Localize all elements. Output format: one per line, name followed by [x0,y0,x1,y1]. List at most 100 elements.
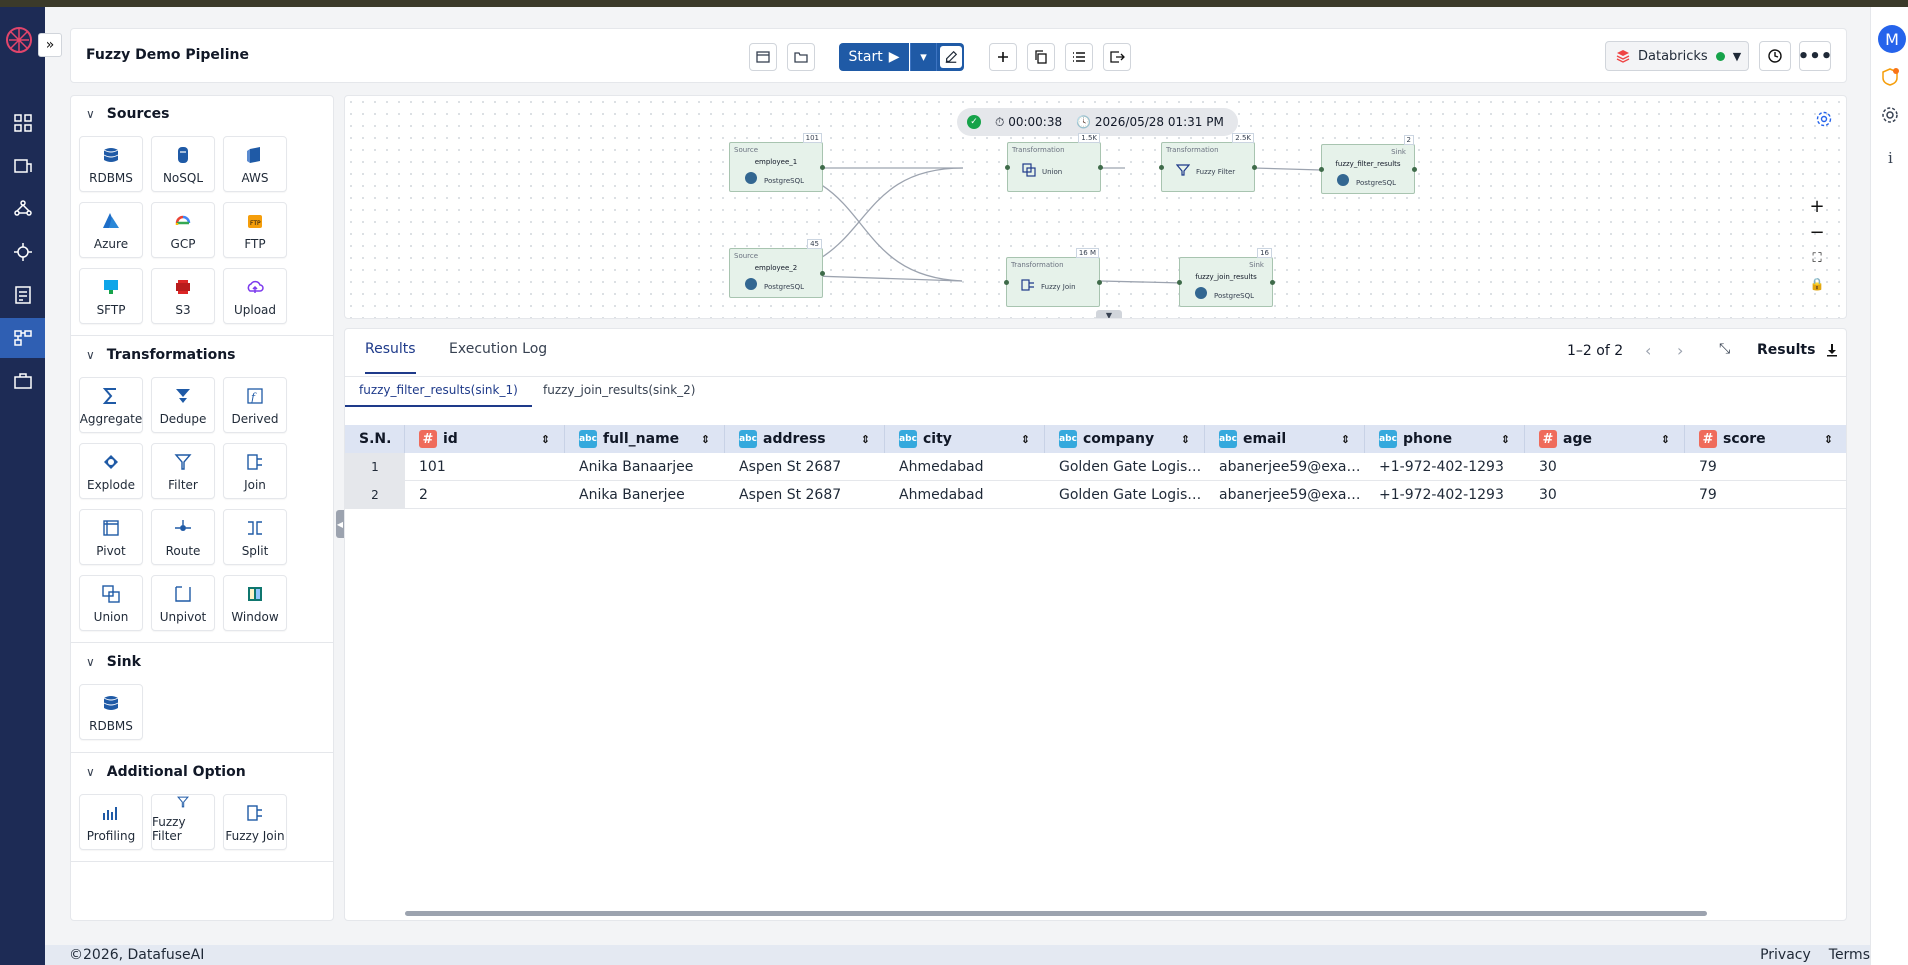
sort-icon[interactable]: ⇕ [1181,433,1190,446]
next-page-button[interactable]: › [1677,341,1683,360]
palette-tile-explode[interactable]: Explode [79,443,143,499]
palette-tile-aws[interactable]: AWS [223,136,287,192]
sort-icon[interactable]: ⇕ [1341,433,1350,446]
subtab-fuzzy-filter-results[interactable]: fuzzy_filter_results(sink_1) [345,383,532,407]
collapse-canvas-handle[interactable]: ▼ [1096,310,1122,318]
input-port[interactable] [1159,165,1164,170]
info-icon[interactable]: i [1880,147,1900,167]
section-sources[interactable]: ∨ Sources [86,106,170,122]
palette-tile-rdbms[interactable]: RDBMS [79,136,143,192]
add-button[interactable] [989,43,1017,71]
input-port[interactable] [1004,280,1009,285]
collapse-palette-handle[interactable]: ◀ [336,510,344,538]
node-employee-2[interactable]: 45 Source employee_2 PostgreSQL [729,239,825,298]
palette-tile-ftp[interactable]: FTP FTP [223,202,287,258]
palette-tile-azure[interactable]: Azure [79,202,143,258]
palette-tile-nosql[interactable]: NoSQL [151,136,215,192]
output-port[interactable] [1412,167,1417,172]
palette-tile-route[interactable]: Route [151,509,215,565]
palette-tile-dedupe[interactable]: Dedupe [151,377,215,433]
palette-tile-join[interactable]: Join [223,443,287,499]
palette-tile-rdbms[interactable]: RDBMS [79,684,143,740]
node-fuzzy-join[interactable]: 16 M Transformation Fuzzy Join [1004,248,1102,307]
input-port[interactable] [1005,165,1010,170]
sort-icon[interactable]: ⇕ [701,433,710,446]
column-header-city[interactable]: abc city ⇕ [885,425,1045,453]
sort-icon[interactable]: ⇕ [1824,433,1833,446]
nav-reports-icon[interactable] [0,275,45,315]
terms-link[interactable]: Terms [1829,947,1870,963]
horizontal-scrollbar[interactable] [405,911,1707,916]
sort-icon[interactable]: ⇕ [541,433,550,446]
palette-tile-sftp[interactable]: SFTP [79,268,143,324]
nav-dashboard-icon[interactable] [0,103,45,143]
avatar[interactable]: M [1878,25,1906,53]
zoom-in-button[interactable]: + [1807,196,1827,217]
palette-tile-window[interactable]: Window [223,575,287,631]
palette-tile-upload[interactable]: Upload [223,268,287,324]
palette-tile-profiling[interactable]: Profiling [79,794,143,850]
palette-tile-derived[interactable]: f Derived [223,377,287,433]
column-header-score[interactable]: # score ⇕ [1685,425,1846,453]
layout-button[interactable] [749,43,777,71]
start-dropdown-button[interactable]: ▾ [910,43,936,71]
pipeline-canvas[interactable]: ✓ ⏱ 00:00:38 🕓 2026/05/28 01:31 PM 101 S… [344,95,1847,319]
sort-icon[interactable]: ⇕ [861,433,870,446]
column-header-full_name[interactable]: abc full_name ⇕ [565,425,725,453]
column-header-id[interactable]: # id ⇕ [405,425,565,453]
palette-tile-aggregate[interactable]: Aggregate [79,377,143,433]
list-button[interactable] [1065,43,1093,71]
input-port[interactable] [1177,280,1182,285]
tab-results[interactable]: Results [365,341,416,374]
subtab-fuzzy-join-results[interactable]: fuzzy_join_results(sink_2) [529,383,709,405]
edit-pipeline-button[interactable] [936,43,964,71]
output-port[interactable] [820,271,825,276]
palette-tile-union[interactable]: Union [79,575,143,631]
node-employee-1[interactable]: 101 Source employee_1 PostgreSQL [729,133,825,192]
privacy-link[interactable]: Privacy [1760,947,1811,963]
history-button[interactable] [1759,41,1791,71]
tab-execution-log[interactable]: Execution Log [449,341,547,372]
palette-tile-unpivot[interactable]: Unpivot [151,575,215,631]
column-header-phone[interactable]: abc phone ⇕ [1365,425,1525,453]
nav-graph-icon[interactable] [0,189,45,229]
palette-tile-filter[interactable]: Filter [151,443,215,499]
alert-badge-icon[interactable] [1880,67,1900,87]
column-header-age[interactable]: # age ⇕ [1525,425,1685,453]
node-sink-fuzzy-filter[interactable]: 2 Sink fuzzy_filter_results PostgreSQL [1319,135,1417,194]
output-port[interactable] [820,165,825,170]
output-port[interactable] [1098,165,1103,170]
section-sink[interactable]: ∨ Sink [86,654,141,670]
input-port[interactable] [1319,167,1324,172]
section-transformations[interactable]: ∨ Transformations [86,347,236,363]
expand-sidebar-button[interactable]: » [38,33,62,57]
more-button[interactable]: ••• [1798,41,1832,71]
fit-view-button[interactable]: ⛶ [1807,248,1827,268]
palette-tile-gcp[interactable]: GCP [151,202,215,258]
zoom-out-button[interactable]: − [1807,222,1827,243]
lock-button[interactable]: 🔒 [1807,274,1827,294]
nav-catalog-icon[interactable] [0,146,45,186]
node-union[interactable]: 1.5K Transformation Union [1005,133,1103,192]
environment-select[interactable]: Databricks ▼ [1605,41,1749,71]
output-port[interactable] [1270,280,1275,285]
prev-page-button[interactable]: ‹ [1645,341,1651,360]
column-header-address[interactable]: abc address ⇕ [725,425,885,453]
sort-icon[interactable]: ⇕ [1501,433,1510,446]
sort-icon[interactable]: ⇕ [1661,433,1670,446]
column-header-email[interactable]: abc email ⇕ [1205,425,1365,453]
sort-icon[interactable]: ⇕ [1021,433,1030,446]
palette-tile-s3[interactable]: S3 [151,268,215,324]
table-row[interactable]: 1 101 Anika Banaarjee Aspen St 2687 Ahmedaba… [345,453,1846,481]
palette-tile-split[interactable]: Split [223,509,287,565]
section-additional[interactable]: ∨ Additional Option [86,764,246,780]
table-row[interactable]: 2 2 Anika Banerjee Aspen St 2687 Ahmedabad Go… [345,481,1846,509]
output-port[interactable] [1097,280,1102,285]
palette-tile-pivot[interactable]: Pivot [79,509,143,565]
app-logo-icon[interactable] [4,25,34,55]
download-results-button[interactable]: Results [1757,342,1839,358]
node-fuzzy-filter[interactable]: 2.5K Transformation Fuzzy Filter [1159,133,1257,192]
nav-target-icon[interactable] [0,232,45,272]
node-sink-fuzzy-join[interactable]: 16 Sink fuzzy_join_results PostgreSQL [1177,248,1275,307]
output-port[interactable] [1252,165,1257,170]
